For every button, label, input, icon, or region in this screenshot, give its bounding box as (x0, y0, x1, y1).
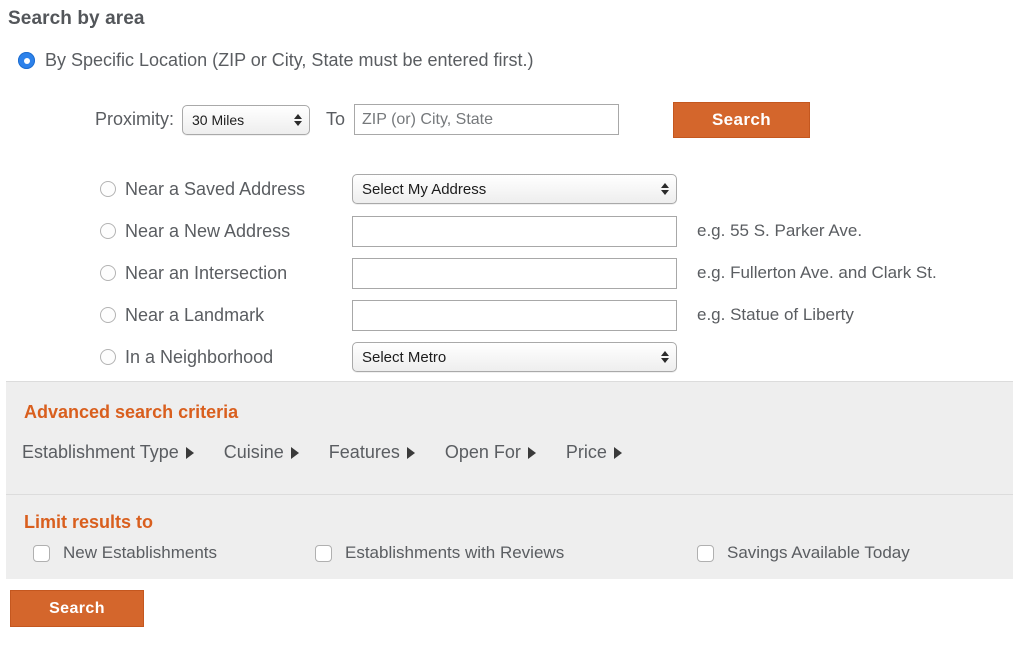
radio-unselected-icon[interactable] (100, 349, 116, 365)
checkbox-label: Establishments with Reviews (345, 543, 564, 563)
checkbox-icon[interactable] (315, 545, 332, 562)
option-control (352, 258, 677, 289)
option-label: Near a Landmark (125, 305, 264, 326)
criteria-price[interactable]: Price (566, 442, 622, 463)
criteria-establishment-type[interactable]: Establishment Type (22, 442, 194, 463)
stepper-updown-icon[interactable] (661, 183, 669, 195)
option-row-new-address[interactable]: Near a New Address e.g. 55 S. Parker Ave… (100, 210, 1020, 252)
checkbox-icon[interactable] (33, 545, 50, 562)
search-button-top[interactable]: Search (673, 102, 810, 138)
new-address-hint: e.g. 55 S. Parker Ave. (697, 221, 862, 241)
zip-city-state-input[interactable] (354, 104, 619, 135)
landmark-input[interactable] (352, 300, 677, 331)
checkbox-label: Savings Available Today (727, 543, 910, 563)
criteria-features[interactable]: Features (329, 442, 415, 463)
radio-by-specific-location[interactable]: By Specific Location (ZIP or City, State… (18, 50, 534, 71)
criteria-label: Price (566, 442, 607, 463)
option-control (352, 216, 677, 247)
intersection-hint: e.g. Fullerton Ave. and Clark St. (697, 263, 937, 283)
option-control: Select Metro (352, 342, 677, 372)
search-button-bottom[interactable]: Search (10, 590, 144, 627)
option-row-saved-address[interactable]: Near a Saved Address Select My Address (100, 168, 1020, 210)
radio-unselected-icon[interactable] (100, 223, 116, 239)
radio-by-specific-location-label: By Specific Location (ZIP or City, State… (45, 50, 534, 71)
option-label: Near a Saved Address (125, 179, 305, 200)
proximity-label: Proximity: (95, 109, 174, 130)
page-title: Search by area (8, 8, 145, 30)
option-label: In a Neighborhood (125, 347, 273, 368)
stepper-updown-icon[interactable] (294, 114, 302, 126)
option-control: Select My Address (352, 174, 677, 204)
checkbox-savings-available-today[interactable]: Savings Available Today (684, 543, 910, 563)
radio-unselected-icon[interactable] (100, 265, 116, 281)
limit-results-panel: Limit results to New Establishments Esta… (6, 494, 1013, 579)
caret-right-icon[interactable] (186, 447, 194, 459)
neighborhood-metro-select-value: Select Metro (362, 349, 446, 366)
limit-results-heading: Limit results to (24, 512, 153, 533)
caret-right-icon[interactable] (291, 447, 299, 459)
new-address-input[interactable] (352, 216, 677, 247)
alternate-location-options: Near a Saved Address Select My Address N… (100, 168, 1020, 378)
to-label: To (326, 109, 345, 130)
landmark-hint: e.g. Statue of Liberty (697, 305, 854, 325)
caret-right-icon[interactable] (528, 447, 536, 459)
proximity-select-value: 30 Miles (192, 112, 244, 128)
checkbox-icon[interactable] (697, 545, 714, 562)
proximity-select[interactable]: 30 Miles (182, 105, 310, 135)
advanced-search-heading: Advanced search criteria (24, 402, 238, 423)
stepper-updown-icon[interactable] (661, 351, 669, 363)
option-label: Near an Intersection (125, 263, 287, 284)
criteria-label: Establishment Type (22, 442, 179, 463)
intersection-input[interactable] (352, 258, 677, 289)
option-label: Near a New Address (125, 221, 290, 242)
criteria-label: Cuisine (224, 442, 284, 463)
option-row-neighborhood[interactable]: In a Neighborhood Select Metro (100, 336, 1020, 378)
saved-address-select-value: Select My Address (362, 181, 486, 198)
radio-selected-icon[interactable] (18, 52, 35, 69)
advanced-criteria-list: Establishment Type Cuisine Features Open… (22, 442, 652, 463)
radio-unselected-icon[interactable] (100, 181, 116, 197)
criteria-label: Open For (445, 442, 521, 463)
saved-address-select[interactable]: Select My Address (352, 174, 677, 204)
option-row-landmark[interactable]: Near a Landmark e.g. Statue of Liberty (100, 294, 1020, 336)
checkbox-new-establishments[interactable]: New Establishments (20, 543, 217, 563)
option-control (352, 300, 677, 331)
caret-right-icon[interactable] (614, 447, 622, 459)
checkbox-label: New Establishments (63, 543, 217, 563)
checkbox-establishments-with-reviews[interactable]: Establishments with Reviews (302, 543, 564, 563)
criteria-label: Features (329, 442, 400, 463)
radio-unselected-icon[interactable] (100, 307, 116, 323)
limit-results-checkbox-list: New Establishments Establishments with R… (20, 543, 1000, 567)
search-by-area-form: Search by area By Specific Location (ZIP… (0, 0, 1024, 648)
criteria-open-for[interactable]: Open For (445, 442, 536, 463)
advanced-search-panel: Advanced search criteria Establishment T… (6, 381, 1013, 494)
criteria-cuisine[interactable]: Cuisine (224, 442, 299, 463)
proximity-row: Proximity: 30 Miles To (95, 104, 619, 135)
caret-right-icon[interactable] (407, 447, 415, 459)
neighborhood-metro-select[interactable]: Select Metro (352, 342, 677, 372)
option-row-intersection[interactable]: Near an Intersection e.g. Fullerton Ave.… (100, 252, 1020, 294)
